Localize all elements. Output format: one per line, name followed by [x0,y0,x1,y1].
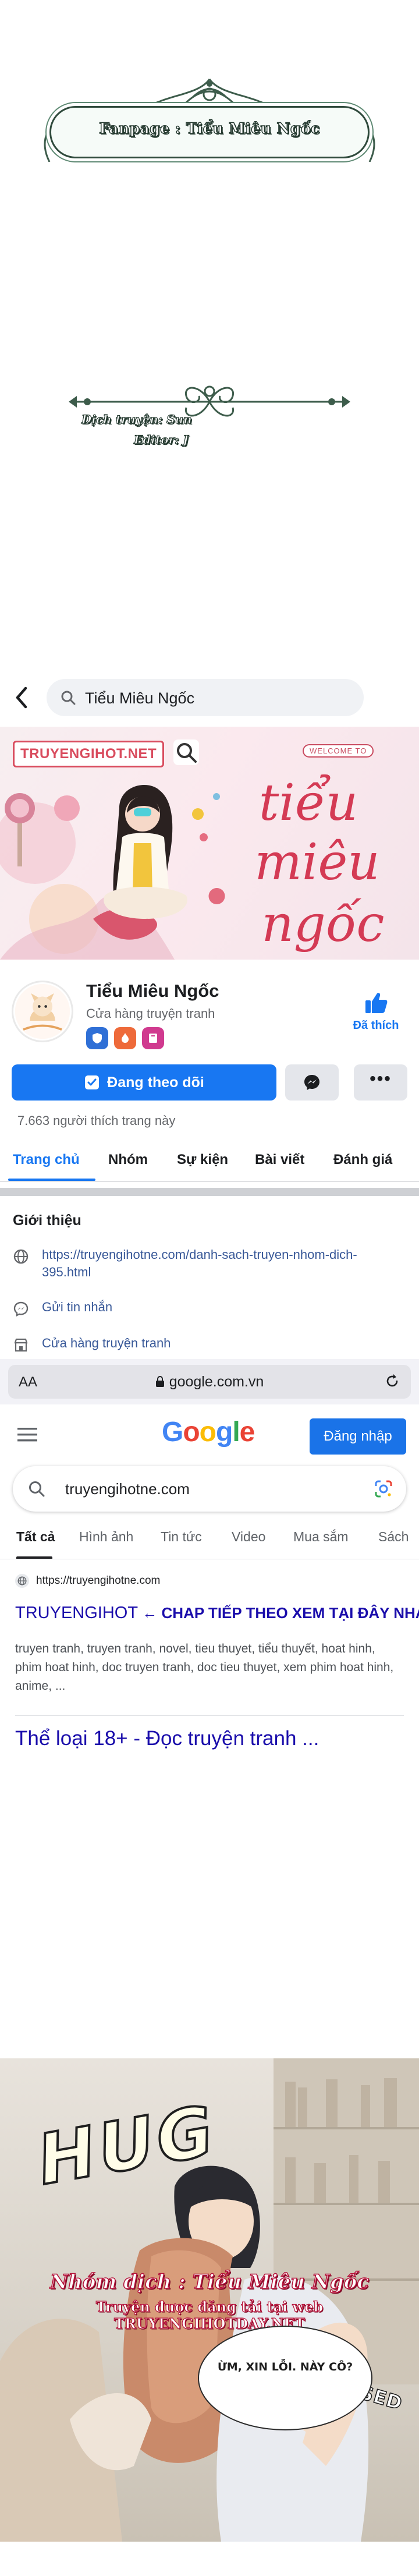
google-tab-images[interactable]: Hình ảnh [79,1529,133,1545]
page-title: Tiểu Miêu Ngốc [86,981,219,1001]
liked-label: Đã thích [353,1019,399,1032]
result-source[interactable]: https://truyengihotne.com [15,1572,160,1590]
page-category: Cửa hàng truyện tranh [86,1006,215,1021]
fb-intro-section: Giới thiệu https://truyengihotne.com/dan… [0,1196,419,1365]
fb-tab-bar: Trang chủ Nhóm Sự kiện Bài viết Đánh giá [0,1141,419,1182]
more-dots-icon: ••• [370,1069,392,1088]
result-title-link[interactable]: TRUYENGIHOT ← CHAP TIẾP THEO XEM TẠI ĐÂY… [15,1604,419,1623]
tab-events[interactable]: Sự kiện [177,1152,228,1168]
result2-title-link[interactable]: Thể loại 18+ - Đọc truyện tranh ... [15,1727,319,1750]
messenger-icon [304,1075,319,1090]
liked-button[interactable]: Đã thích [347,990,405,1032]
hamburger-menu-icon[interactable] [17,1428,37,1442]
globe-icon [13,1249,29,1264]
back-arrow-icon[interactable] [13,685,30,710]
svg-text:ngốc: ngốc [261,895,384,953]
comic-panel: HUG Nhóm dịch : Tiểu Miêu Ngốc Truyện đư… [0,2058,419,2542]
book-badge-icon[interactable] [142,1027,164,1049]
search-icon [61,691,76,705]
google-search-query[interactable]: truyengihotne.com [65,1480,190,1498]
cover-welcome-tag: WELCOME TO [303,744,374,758]
svg-text:tiểu: tiểu [259,774,358,832]
fb-search-field[interactable]: Tiểu Miêu Ngốc [47,679,364,716]
result-divider [15,1715,404,1716]
url-text: google.com.vn [169,1374,264,1390]
fb-actions: Đang theo dõi ••• [0,1064,419,1104]
section-divider [0,1188,419,1196]
tab-home[interactable]: Trang chủ [13,1152,80,1168]
tab-reviews[interactable]: Đánh giá [333,1152,392,1168]
group-credit: Nhóm dịch : Tiểu Miêu Ngốc [49,2270,370,2294]
messenger-icon [13,1301,29,1317]
speech-text: ỪM, XIN LỖI. NÀY CÔ? [217,2361,353,2373]
google-lens-icon[interactable] [374,1479,393,1499]
google-tab-news[interactable]: Tin tức [161,1529,202,1545]
intro-message-link[interactable]: Gửi tin nhắn [42,1298,403,1316]
cover-search-icon [173,739,199,765]
reload-icon[interactable] [384,1373,400,1389]
search-icon [29,1481,45,1497]
intro-website-link[interactable]: https://truyengihotne.com/danh-sach-truy… [42,1246,403,1281]
fb-cover-photo[interactable]: tiểu miêu ngốc TRUYENGIHOT.NET WELCOME T… [0,727,419,960]
google-tab-all[interactable]: Tất cả [16,1529,55,1545]
tab-posts[interactable]: Bài viết [255,1152,304,1168]
google-tab-books[interactable]: Sách [378,1529,409,1545]
intro-title: Giới thiệu [13,1212,81,1229]
more-button[interactable]: ••• [354,1064,407,1101]
result-title-extra: ← CHAP TIẾP THEO XEM TẠI ĐÂY NHA [138,1604,419,1622]
translator-credit: Dịch truyện: Sun [81,412,192,426]
url-display: google.com.vn [8,1374,411,1390]
credits-banner: Fanpage : Tiểu Miêu Ngốc Dịch truyện: Su… [0,0,419,466]
fanpage-credit: Fanpage : Tiểu Miêu Ngốc [98,119,320,137]
google-search-box[interactable]: truyengihotne.com [13,1466,406,1512]
active-tab-indicator [8,1179,95,1181]
google-header: Google Đăng nhập [0,1404,419,1463]
thumbs-up-icon [365,993,388,1013]
result-title-main: TRUYENGIHOT [15,1604,139,1622]
result-snippet: truyen tranh, truyen tranh, novel, tieu … [15,1642,394,1693]
fire-badge-icon[interactable] [114,1027,136,1049]
checkmark-icon [85,1075,100,1089]
globe-icon [15,1574,29,1588]
fb-search-text: Tiểu Miêu Ngốc [85,689,195,707]
url-field[interactable]: AA google.com.vn [8,1365,411,1399]
shield-badge-icon[interactable] [86,1027,108,1049]
google-tab-shopping[interactable]: Mua sắm [293,1529,349,1545]
fb-page-info: Tiểu Miêu Ngốc Cửa hàng truyện tranh Đã … [0,960,419,1064]
google-tab-bar: Tất cả Hình ảnh Tin tức Video Mua sắm Sá… [0,1527,419,1559]
cover-watermark: TRUYENGIHOT.NET [13,741,165,767]
google-tab-video[interactable]: Video [232,1529,265,1545]
active-tab-indicator [16,1556,52,1559]
like-count: 7.663 người thích trang này [17,1113,176,1128]
editor-credit: Editor: J [133,432,189,447]
fb-top-bar: Tiểu Miêu Ngốc [0,668,419,727]
speech-bubble [198,2326,372,2430]
svg-text:miêu: miêu [254,833,379,891]
message-button[interactable] [285,1064,339,1101]
browser-address-bar: AA google.com.vn [0,1359,419,1404]
follow-label: Đang theo dõi [107,1074,204,1091]
upload-credit: Truyện được đăng tải tại web TRUYENGIHOT… [95,2298,324,2332]
lock-icon [155,1376,164,1387]
google-logo[interactable]: Google [162,1416,255,1448]
result-url: https://truyengihotne.com [36,1574,161,1587]
intro-shop-link[interactable]: Cửa hàng truyện tranh [42,1335,403,1352]
tab-groups[interactable]: Nhóm [108,1152,148,1168]
follow-button[interactable]: Đang theo dõi [12,1064,276,1101]
shop-icon [14,1338,28,1352]
sign-in-button[interactable]: Đăng nhập [310,1418,406,1455]
avatar[interactable] [12,981,73,1042]
